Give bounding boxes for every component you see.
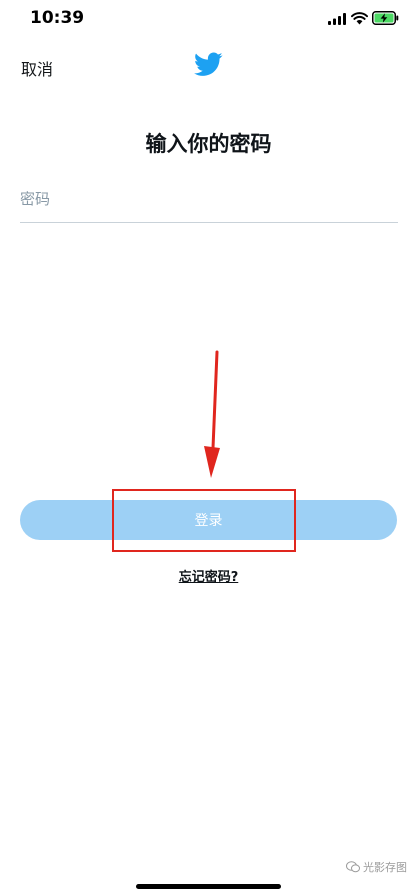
status-bar: 10:39 — [0, 0, 417, 40]
wechat-logo-icon — [346, 861, 360, 873]
battery-charging-icon — [372, 11, 399, 25]
watermark: 光影存图 — [346, 859, 407, 875]
red-highlight-box-annotation — [112, 489, 296, 552]
signal-icon — [328, 13, 346, 25]
watermark-text: 光影存图 — [363, 861, 407, 874]
forgot-password-row: 忘记密码? — [0, 566, 417, 585]
wifi-icon — [351, 12, 368, 25]
home-indicator[interactable] — [136, 884, 281, 889]
forgot-password-link[interactable]: 忘记密码? — [179, 570, 239, 585]
page-title: 输入你的密码 — [145, 132, 272, 156]
password-field-wrapper — [20, 182, 398, 223]
status-time: 10:39 — [30, 8, 85, 28]
password-input[interactable] — [20, 182, 398, 216]
red-arrow-annotation — [204, 350, 220, 478]
twitter-bird-icon — [194, 52, 223, 76]
cancel-button[interactable]: 取消 — [21, 56, 53, 80]
